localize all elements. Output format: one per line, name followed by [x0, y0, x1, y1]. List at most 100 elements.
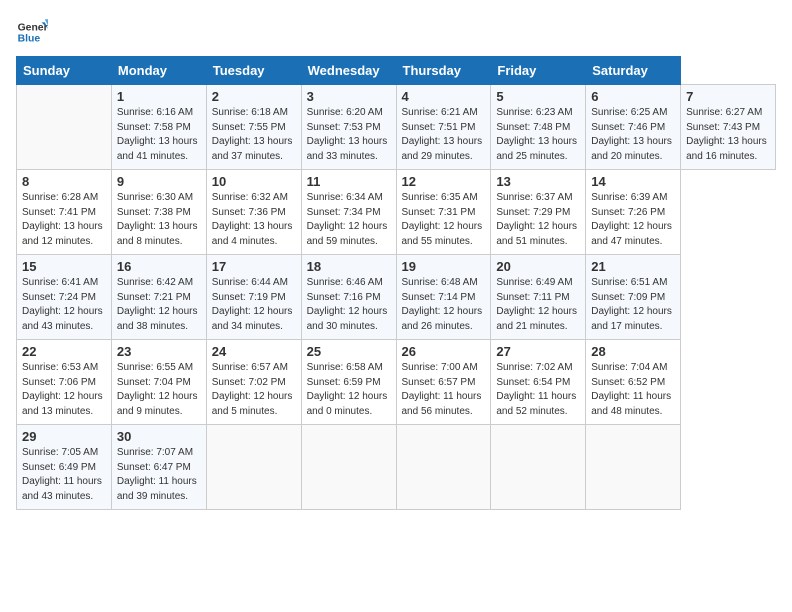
day-number: 20	[496, 259, 580, 274]
day-info: Sunrise: 7:04 AMSunset: 6:52 PMDaylight:…	[591, 361, 675, 419]
day-info: Sunrise: 6:28 AMSunset: 7:41 PMDaylight:…	[22, 191, 106, 249]
day-cell: 24 Sunrise: 6:57 AMSunset: 7:02 PMDayligh…	[206, 340, 301, 425]
week-row-1: 8 Sunrise: 6:28 AMSunset: 7:41 PMDaylight…	[17, 170, 776, 255]
day-number: 1	[117, 89, 201, 104]
day-number: 8	[22, 174, 106, 189]
logo-icon: General Blue	[16, 16, 48, 48]
day-cell: 9 Sunrise: 6:30 AMSunset: 7:38 PMDaylight…	[111, 170, 206, 255]
day-cell: 28 Sunrise: 7:04 AMSunset: 6:52 PMDayligh…	[586, 340, 681, 425]
day-info: Sunrise: 6:46 AMSunset: 7:16 PMDaylight:…	[307, 276, 391, 334]
day-cell: 18 Sunrise: 6:46 AMSunset: 7:16 PMDayligh…	[301, 255, 396, 340]
day-info: Sunrise: 6:30 AMSunset: 7:38 PMDaylight:…	[117, 191, 201, 249]
day-cell: 26 Sunrise: 7:00 AMSunset: 6:57 PMDayligh…	[396, 340, 491, 425]
day-cell: 14 Sunrise: 6:39 AMSunset: 7:26 PMDayligh…	[586, 170, 681, 255]
day-cell: 25 Sunrise: 6:58 AMSunset: 6:59 PMDayligh…	[301, 340, 396, 425]
day-cell: 4 Sunrise: 6:21 AMSunset: 7:51 PMDaylight…	[396, 85, 491, 170]
day-cell	[17, 85, 112, 170]
header-cell-monday: Monday	[111, 57, 206, 85]
day-number: 30	[117, 429, 201, 444]
day-number: 21	[591, 259, 675, 274]
calendar-header: SundayMondayTuesdayWednesdayThursdayFrid…	[17, 57, 776, 85]
day-info: Sunrise: 6:44 AMSunset: 7:19 PMDaylight:…	[212, 276, 296, 334]
day-cell: 7 Sunrise: 6:27 AMSunset: 7:43 PMDaylight…	[681, 85, 776, 170]
day-cell: 6 Sunrise: 6:25 AMSunset: 7:46 PMDaylight…	[586, 85, 681, 170]
day-cell: 2Sunrise: 6:18 AMSunset: 7:55 PMDaylight…	[206, 85, 301, 170]
day-number: 23	[117, 344, 201, 359]
day-cell: 3 Sunrise: 6:20 AMSunset: 7:53 PMDaylight…	[301, 85, 396, 170]
day-cell: 30Sunrise: 7:07 AMSunset: 6:47 PMDayligh…	[111, 425, 206, 510]
day-info: Sunrise: 7:05 AMSunset: 6:49 PMDaylight:…	[22, 446, 106, 504]
day-info: Sunrise: 6:51 AMSunset: 7:09 PMDaylight:…	[591, 276, 675, 334]
day-info: Sunrise: 6:41 AMSunset: 7:24 PMDaylight:…	[22, 276, 106, 334]
day-info: Sunrise: 7:00 AMSunset: 6:57 PMDaylight:…	[402, 361, 486, 419]
day-info: Sunrise: 6:37 AMSunset: 7:29 PMDaylight:…	[496, 191, 580, 249]
day-number: 26	[402, 344, 486, 359]
day-info: Sunrise: 6:42 AMSunset: 7:21 PMDaylight:…	[117, 276, 201, 334]
day-number: 9	[117, 174, 201, 189]
week-row-2: 15 Sunrise: 6:41 AMSunset: 7:24 PMDayligh…	[17, 255, 776, 340]
day-cell	[586, 425, 681, 510]
svg-text:Blue: Blue	[18, 34, 41, 45]
header-cell-saturday: Saturday	[586, 57, 681, 85]
day-info: Sunrise: 6:25 AMSunset: 7:46 PMDaylight:…	[591, 106, 675, 164]
day-info: Sunrise: 6:48 AMSunset: 7:14 PMDaylight:…	[402, 276, 486, 334]
day-number: 28	[591, 344, 675, 359]
day-info: Sunrise: 6:35 AMSunset: 7:31 PMDaylight:…	[402, 191, 486, 249]
day-cell	[491, 425, 586, 510]
day-number: 4	[402, 89, 486, 104]
day-cell	[206, 425, 301, 510]
calendar-body: 1 Sunrise: 6:16 AMSunset: 7:58 PMDaylight…	[17, 85, 776, 510]
day-cell	[396, 425, 491, 510]
calendar-table: SundayMondayTuesdayWednesdayThursdayFrid…	[16, 56, 776, 510]
day-number: 10	[212, 174, 296, 189]
day-number: 14	[591, 174, 675, 189]
day-cell: 16 Sunrise: 6:42 AMSunset: 7:21 PMDayligh…	[111, 255, 206, 340]
week-row-0: 1 Sunrise: 6:16 AMSunset: 7:58 PMDaylight…	[17, 85, 776, 170]
day-number: 22	[22, 344, 106, 359]
day-cell: 12 Sunrise: 6:35 AMSunset: 7:31 PMDayligh…	[396, 170, 491, 255]
day-info: Sunrise: 6:39 AMSunset: 7:26 PMDaylight:…	[591, 191, 675, 249]
day-cell: 20Sunrise: 6:49 AMSunset: 7:11 PMDayligh…	[491, 255, 586, 340]
day-number: 3	[307, 89, 391, 104]
day-number: 25	[307, 344, 391, 359]
header-cell-friday: Friday	[491, 57, 586, 85]
day-number: 7	[686, 89, 770, 104]
day-cell: 11Sunrise: 6:34 AMSunset: 7:34 PMDayligh…	[301, 170, 396, 255]
day-cell: 8 Sunrise: 6:28 AMSunset: 7:41 PMDaylight…	[17, 170, 112, 255]
day-cell: 19 Sunrise: 6:48 AMSunset: 7:14 PMDayligh…	[396, 255, 491, 340]
day-info: Sunrise: 6:55 AMSunset: 7:04 PMDaylight:…	[117, 361, 201, 419]
day-info: Sunrise: 6:34 AMSunset: 7:34 PMDaylight:…	[307, 191, 391, 249]
day-number: 24	[212, 344, 296, 359]
day-number: 6	[591, 89, 675, 104]
day-number: 19	[402, 259, 486, 274]
day-cell: 5 Sunrise: 6:23 AMSunset: 7:48 PMDaylight…	[491, 85, 586, 170]
day-number: 12	[402, 174, 486, 189]
header-cell-tuesday: Tuesday	[206, 57, 301, 85]
week-row-4: 29Sunrise: 7:05 AMSunset: 6:49 PMDayligh…	[17, 425, 776, 510]
day-info: Sunrise: 6:16 AMSunset: 7:58 PMDaylight:…	[117, 106, 201, 164]
day-info: Sunrise: 6:20 AMSunset: 7:53 PMDaylight:…	[307, 106, 391, 164]
day-cell	[301, 425, 396, 510]
header-cell-wednesday: Wednesday	[301, 57, 396, 85]
day-cell: 29Sunrise: 7:05 AMSunset: 6:49 PMDayligh…	[17, 425, 112, 510]
day-cell: 15 Sunrise: 6:41 AMSunset: 7:24 PMDayligh…	[17, 255, 112, 340]
day-info: Sunrise: 6:21 AMSunset: 7:51 PMDaylight:…	[402, 106, 486, 164]
day-number: 13	[496, 174, 580, 189]
day-number: 16	[117, 259, 201, 274]
day-info: Sunrise: 6:27 AMSunset: 7:43 PMDaylight:…	[686, 106, 770, 164]
header-cell-sunday: Sunday	[17, 57, 112, 85]
day-number: 15	[22, 259, 106, 274]
day-number: 18	[307, 259, 391, 274]
header-cell-thursday: Thursday	[396, 57, 491, 85]
day-number: 2	[212, 89, 296, 104]
day-number: 5	[496, 89, 580, 104]
header-row: SundayMondayTuesdayWednesdayThursdayFrid…	[17, 57, 776, 85]
day-cell: 27Sunrise: 7:02 AMSunset: 6:54 PMDayligh…	[491, 340, 586, 425]
day-info: Sunrise: 6:53 AMSunset: 7:06 PMDaylight:…	[22, 361, 106, 419]
day-cell: 10Sunrise: 6:32 AMSunset: 7:36 PMDayligh…	[206, 170, 301, 255]
day-info: Sunrise: 6:57 AMSunset: 7:02 PMDaylight:…	[212, 361, 296, 419]
day-number: 27	[496, 344, 580, 359]
day-info: Sunrise: 6:23 AMSunset: 7:48 PMDaylight:…	[496, 106, 580, 164]
day-cell: 13 Sunrise: 6:37 AMSunset: 7:29 PMDayligh…	[491, 170, 586, 255]
day-info: Sunrise: 6:58 AMSunset: 6:59 PMDaylight:…	[307, 361, 391, 419]
